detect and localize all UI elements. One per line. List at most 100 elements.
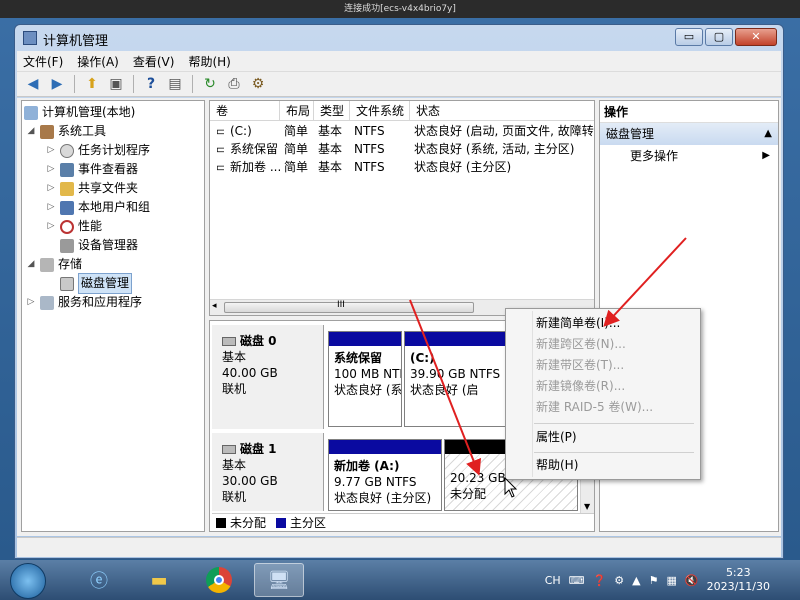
internet-explorer-icon[interactable]: ⓔ xyxy=(74,563,124,597)
tree-label: 事件查看器 xyxy=(78,162,139,176)
expanded-arrow-icon[interactable]: ◢ xyxy=(26,122,36,141)
menu-action[interactable]: 操作(A) xyxy=(77,53,119,70)
disk-0-info[interactable]: 磁盘 0 基本 40.00 GB 联机 xyxy=(212,325,324,429)
collapsed-arrow-icon[interactable]: ▷ xyxy=(46,198,56,217)
clock-date: 2023/11/30 xyxy=(706,580,770,593)
menu-item-help[interactable]: 帮助(H) xyxy=(536,455,578,475)
scroll-grip: III xyxy=(337,300,345,310)
show-hide-tree-icon[interactable]: ▣ xyxy=(106,74,126,94)
menu-item-new-mirrored-volume[interactable]: 新建镜像卷(R)... xyxy=(536,376,625,396)
menu-item-properties[interactable]: 属性(P) xyxy=(536,427,577,447)
computer-icon xyxy=(24,105,38,120)
tree-item-performance[interactable]: ▷ 性能 xyxy=(46,217,102,236)
column-type[interactable]: 类型 xyxy=(314,101,350,121)
actions-section-disk-management[interactable]: 磁盘管理 ▲ xyxy=(600,123,778,145)
scroll-left-icon[interactable]: ◂ xyxy=(212,301,217,311)
tree-item-storage[interactable]: ◢ 存储 xyxy=(26,255,82,274)
partition-size: 9.77 GB NTFS xyxy=(334,475,417,489)
disk-1-title: 磁盘 1 xyxy=(222,441,313,457)
properties-icon[interactable]: ⚙ xyxy=(248,74,268,94)
volume-list: 卷 布局 类型 文件系统 状态 ▭ (C:) 简单 基本 NTFS 状态良好 (… xyxy=(209,100,595,316)
tree-item-services[interactable]: ▷ 服务和应用程序 xyxy=(26,293,142,312)
computer-management-taskbar-icon[interactable]: 🖥 xyxy=(254,563,304,597)
partition-new-volume-a[interactable]: 新加卷 (A:) 9.77 GB NTFS 状态良好 (主分区) xyxy=(328,439,442,511)
maximize-button[interactable]: ▢ xyxy=(705,28,733,46)
legend-unallocated: 未分配 xyxy=(230,516,267,530)
volume-muted-icon[interactable]: 🔇 xyxy=(685,574,699,587)
minimize-button[interactable]: ▭ xyxy=(675,28,703,46)
clock-time: 5:23 xyxy=(725,566,751,579)
tree-label: 磁盘管理 xyxy=(78,273,133,294)
file-explorer-icon[interactable]: ▬ xyxy=(134,563,184,597)
scroll-down-icon[interactable]: ▼ xyxy=(584,502,590,511)
partition-body: 20.23 GB 未分配 xyxy=(450,470,506,502)
keyboard-icon[interactable]: ⌨ xyxy=(569,574,585,587)
table-row[interactable]: ▭ 系统保留 简单 基本 NTFS 状态良好 (系统, 活动, 主分区) xyxy=(210,140,594,158)
disk-status: 联机 xyxy=(222,490,247,504)
tree-item-task-scheduler[interactable]: ▷ 任务计划程序 xyxy=(46,141,150,160)
close-button[interactable]: ✕ xyxy=(735,28,777,46)
tree-item-device-manager[interactable]: 设备管理器 xyxy=(60,236,138,255)
collapsed-arrow-icon[interactable]: ▷ xyxy=(26,293,36,312)
tree-item-system-tools[interactable]: ◢ 系统工具 xyxy=(26,122,106,141)
help-icon[interactable]: ? xyxy=(141,74,161,94)
partition-system-reserved[interactable]: 系统保留 100 MB NTF 状态良好 (系 xyxy=(328,331,402,427)
tree-item-disk-management[interactable]: 磁盘管理 xyxy=(60,273,133,294)
menu-item-new-striped-volume[interactable]: 新建带区卷(T)... xyxy=(536,355,624,375)
navigation-tree: 计算机管理(本地) ◢ 系统工具 ▷ 任务计划程序 ▷ 事件查看器 ▷ 共享文件… xyxy=(21,100,205,532)
partition-name: (C:) xyxy=(410,351,435,365)
disk-icon xyxy=(222,336,236,346)
disk-size: 40.00 GB xyxy=(222,366,278,380)
tree-item-local-users[interactable]: ▷ 本地用户和组 xyxy=(46,198,150,217)
expanded-arrow-icon[interactable]: ◢ xyxy=(26,255,36,274)
shared-folder-icon xyxy=(60,181,74,196)
forward-icon[interactable]: ▶ xyxy=(47,74,67,94)
clock[interactable]: 5:23 2023/11/30 xyxy=(707,566,770,594)
disk-1-info[interactable]: 磁盘 1 基本 30.00 GB 联机 xyxy=(212,433,324,511)
tree-item-root[interactable]: 计算机管理(本地) xyxy=(24,103,135,122)
language-indicator[interactable]: CH xyxy=(545,574,561,587)
collapsed-arrow-icon[interactable]: ▷ xyxy=(46,160,56,179)
menu-item-new-spanned-volume[interactable]: 新建跨区卷(N)... xyxy=(536,334,626,354)
export-icon[interactable]: ⎙ xyxy=(224,74,244,94)
table-row[interactable]: ▭ (C:) 简单 基本 NTFS 状态良好 (启动, 页面文件, 故障转储 xyxy=(210,122,594,140)
scrollbar-thumb[interactable]: III xyxy=(224,300,474,313)
menu-gutter xyxy=(532,311,533,477)
collapsed-arrow-icon[interactable]: ▷ xyxy=(46,217,56,236)
show-hidden-icons-icon[interactable]: ▲ xyxy=(632,574,640,587)
tree-item-shared-folders[interactable]: ▷ 共享文件夹 xyxy=(46,179,138,198)
back-icon[interactable]: ◀ xyxy=(23,74,43,94)
column-filesystem[interactable]: 文件系统 xyxy=(350,101,410,121)
column-status[interactable]: 状态 xyxy=(410,101,594,121)
column-volume[interactable]: 卷 xyxy=(210,101,280,121)
table-row[interactable]: ▭ 新加卷 ... 简单 基本 NTFS 状态良好 (主分区) xyxy=(210,158,594,176)
help-tray-icon[interactable]: ❓ xyxy=(593,574,607,587)
settings-tray-icon[interactable]: ⚙ xyxy=(614,574,624,587)
collapsed-arrow-icon[interactable]: ▷ xyxy=(46,179,56,198)
menu-file[interactable]: 文件(F) xyxy=(23,53,63,70)
network-icon[interactable]: ▦ xyxy=(666,574,676,587)
refresh-icon[interactable]: ↻ xyxy=(200,74,220,94)
up-icon[interactable]: ⬆ xyxy=(82,74,102,94)
title-bar[interactable]: 计算机管理 ▭ ▢ ✕ xyxy=(15,25,783,51)
show-hide-action-icon[interactable]: ▤ xyxy=(165,74,185,94)
start-orb-icon[interactable] xyxy=(10,563,46,599)
menu-help[interactable]: 帮助(H) xyxy=(188,53,230,70)
column-layout[interactable]: 布局 xyxy=(280,101,314,121)
menu-item-new-raid5-volume[interactable]: 新建 RAID-5 卷(W)... xyxy=(536,397,653,417)
cell-layout: 简单 xyxy=(284,124,309,138)
cell-layout: 简单 xyxy=(284,160,309,174)
action-center-icon[interactable]: ⚑ xyxy=(649,574,659,587)
tree-label: 系统工具 xyxy=(58,124,107,138)
partition-size: 39.90 GB NTFS xyxy=(410,367,501,381)
collapsed-arrow-icon[interactable]: ▷ xyxy=(46,141,56,160)
menu-view[interactable]: 查看(V) xyxy=(133,53,175,70)
cell-volume: 新加卷 ... xyxy=(230,160,280,174)
tree-label: 服务和应用程序 xyxy=(58,295,143,309)
collapse-arrow-icon[interactable]: ▲ xyxy=(764,123,772,145)
tree-item-event-viewer[interactable]: ▷ 事件查看器 xyxy=(46,160,138,179)
action-more-actions[interactable]: 更多操作 ▶ xyxy=(600,145,778,167)
menu-item-new-simple-volume[interactable]: 新建简单卷(I)... xyxy=(536,313,620,333)
chrome-icon[interactable] xyxy=(194,563,244,597)
volume-list-header: 卷 布局 类型 文件系统 状态 xyxy=(210,101,594,121)
